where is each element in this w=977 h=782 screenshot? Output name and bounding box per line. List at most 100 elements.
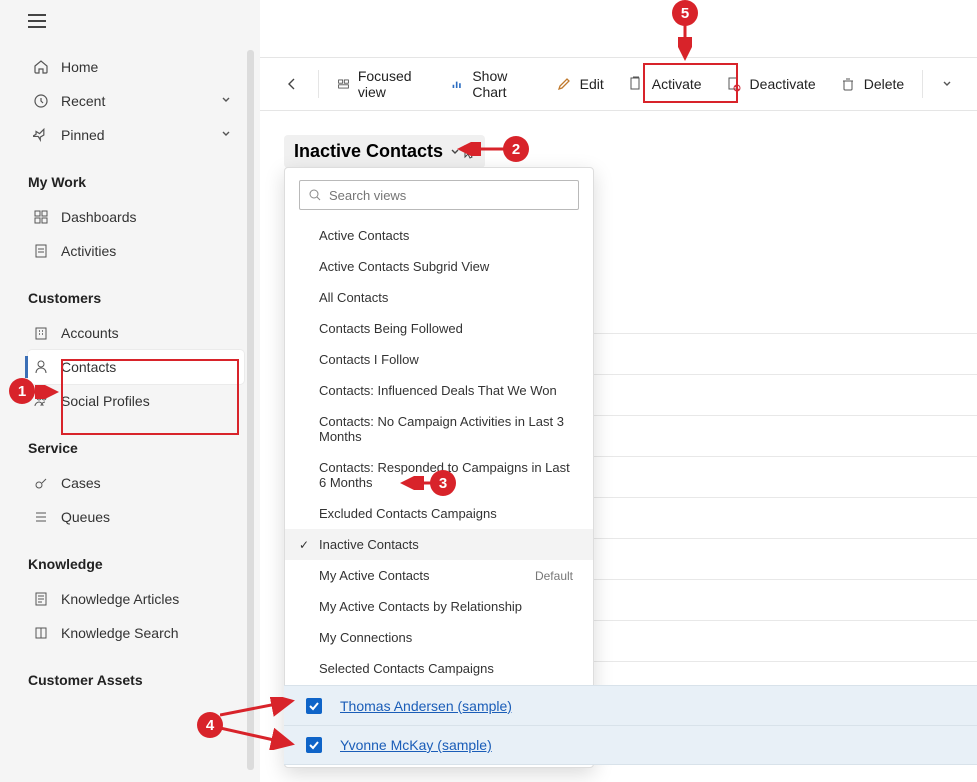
nav-label: Pinned xyxy=(61,127,105,143)
nav-label: Queues xyxy=(61,509,110,525)
view-option[interactable]: Active Contacts Subgrid View xyxy=(285,251,593,282)
deactivate-icon xyxy=(726,76,742,92)
nav-label: Home xyxy=(61,59,98,75)
nav-home[interactable]: Home xyxy=(28,50,244,84)
record-link[interactable]: Yvonne McKay (sample) xyxy=(340,737,492,753)
nav-knowledge-search[interactable]: Knowledge Search xyxy=(28,616,244,650)
view-dropdown: Active Contacts Active Contacts Subgrid V… xyxy=(284,167,594,768)
view-option[interactable]: My Connections xyxy=(285,622,593,653)
row-checkbox[interactable] xyxy=(306,737,322,753)
focused-view-button[interactable]: Focused view xyxy=(327,67,438,101)
scrollbar[interactable] xyxy=(247,50,254,770)
search-field[interactable] xyxy=(329,188,570,203)
section-assets: Customer Assets xyxy=(28,672,244,688)
nav-recent[interactable]: Recent xyxy=(28,84,244,118)
search-views-input[interactable] xyxy=(299,180,579,210)
nav-label: Activities xyxy=(61,243,116,259)
nav-contacts[interactable]: Contacts xyxy=(28,350,244,384)
annotation-marker-5: 5 xyxy=(672,0,698,26)
dashboard-icon xyxy=(32,209,50,225)
nav-cases[interactable]: Cases xyxy=(28,466,244,500)
accounts-icon xyxy=(32,325,50,341)
nav-label: Knowledge Search xyxy=(61,625,179,641)
chart-icon xyxy=(451,76,464,92)
deactivate-button[interactable]: Deactivate xyxy=(716,67,826,101)
cmd-label: Focused view xyxy=(358,68,428,100)
nav-label: Cases xyxy=(61,475,101,491)
annotation-marker-2: 2 xyxy=(503,136,529,162)
contacts-icon xyxy=(32,359,50,375)
view-option[interactable]: All Contacts xyxy=(285,282,593,313)
view-option[interactable]: Selected Contacts Campaigns xyxy=(285,653,593,684)
view-option[interactable]: Contacts: No Campaign Activities in Last… xyxy=(285,406,593,452)
cmd-label: Edit xyxy=(580,76,604,92)
section-my-work: My Work xyxy=(28,174,244,190)
nav-activities[interactable]: Activities xyxy=(28,234,244,268)
annotation-marker-4: 4 xyxy=(197,712,223,738)
view-option-label: Contacts: Influenced Deals That We Won xyxy=(319,383,557,398)
article-icon xyxy=(32,591,50,607)
view-option[interactable]: Active Contacts xyxy=(285,220,593,251)
chevron-down-icon xyxy=(220,93,232,109)
section-customers: Customers xyxy=(28,290,244,306)
queues-icon xyxy=(32,509,50,525)
view-title: Inactive Contacts xyxy=(294,141,443,162)
edit-icon xyxy=(556,76,572,92)
view-option[interactable]: Inactive Contacts xyxy=(285,529,593,560)
default-badge: Default xyxy=(535,569,573,583)
hamburger-icon[interactable] xyxy=(28,14,46,28)
view-option-label: My Active Contacts xyxy=(319,568,430,583)
cmd-label: Deactivate xyxy=(750,76,816,92)
command-bar: Focused view Show Chart Edit Activate De… xyxy=(260,57,977,111)
view-option-label: My Active Contacts by Relationship xyxy=(319,599,522,614)
show-chart-button[interactable]: Show Chart xyxy=(441,67,541,101)
arrow-left-icon xyxy=(284,76,300,92)
more-commands-button[interactable] xyxy=(931,67,963,101)
back-button[interactable] xyxy=(274,67,310,101)
view-option-label: Contacts: No Campaign Activities in Last… xyxy=(319,414,573,444)
nav-label: Dashboards xyxy=(61,209,137,225)
cmd-label: Show Chart xyxy=(472,68,531,100)
nav-label: Knowledge Articles xyxy=(61,591,179,607)
activate-button[interactable]: Activate xyxy=(618,67,712,101)
nav-dashboards[interactable]: Dashboards xyxy=(28,200,244,234)
table-row[interactable]: Yvonne McKay (sample) xyxy=(284,725,977,765)
view-option[interactable]: My Active Contacts Default xyxy=(285,560,593,591)
edit-button[interactable]: Edit xyxy=(546,67,614,101)
view-option-label: Excluded Contacts Campaigns xyxy=(319,506,497,521)
view-option[interactable]: Excluded Contacts Campaigns xyxy=(285,498,593,529)
main-content: Inactive Contacts Active ContactsActive … xyxy=(260,111,977,782)
delete-icon xyxy=(840,76,856,92)
record-link[interactable]: Thomas Andersen (sample) xyxy=(340,698,512,714)
delete-button[interactable]: Delete xyxy=(830,67,914,101)
pin-icon xyxy=(32,127,50,143)
nav-accounts[interactable]: Accounts xyxy=(28,316,244,350)
section-service: Service xyxy=(28,440,244,456)
nav-queues[interactable]: Queues xyxy=(28,500,244,534)
search-icon xyxy=(308,188,322,202)
book-icon xyxy=(32,625,50,641)
activities-icon xyxy=(32,243,50,259)
table-row[interactable]: Thomas Andersen (sample) xyxy=(284,685,977,725)
annotation-marker-1: 1 xyxy=(9,378,35,404)
view-option-label: Contacts I Follow xyxy=(319,352,419,367)
view-option[interactable]: Contacts I Follow xyxy=(285,344,593,375)
view-option[interactable]: My Active Contacts by Relationship xyxy=(285,591,593,622)
view-option-label: Active Contacts xyxy=(319,228,409,243)
focused-view-icon xyxy=(337,76,350,92)
section-knowledge: Knowledge xyxy=(28,556,244,572)
cases-icon xyxy=(32,475,50,491)
view-option[interactable]: Contacts Being Followed xyxy=(285,313,593,344)
home-icon xyxy=(32,59,50,75)
view-option-label: Selected Contacts Campaigns xyxy=(319,661,494,676)
nav-pinned[interactable]: Pinned xyxy=(28,118,244,152)
nav-knowledge-articles[interactable]: Knowledge Articles xyxy=(28,582,244,616)
view-option[interactable]: Contacts: Influenced Deals That We Won xyxy=(285,375,593,406)
cmd-label: Activate xyxy=(652,76,702,92)
view-option-label: My Connections xyxy=(319,630,412,645)
nav-label: Recent xyxy=(61,93,105,109)
view-option-label: All Contacts xyxy=(319,290,388,305)
nav-label: Accounts xyxy=(61,325,119,341)
row-checkbox[interactable] xyxy=(306,698,322,714)
nav-label: Social Profiles xyxy=(61,393,150,409)
